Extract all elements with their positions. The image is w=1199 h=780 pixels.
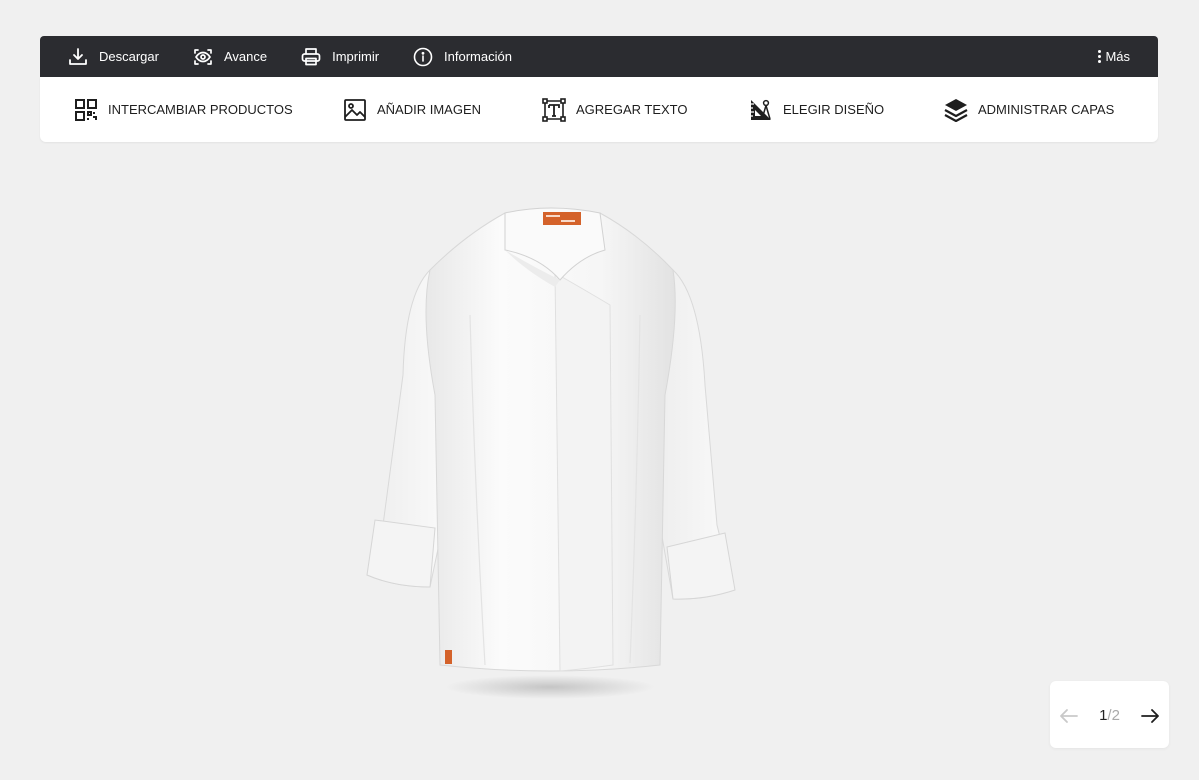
more-label: Más	[1105, 49, 1130, 64]
info-icon	[413, 47, 433, 66]
design-toolbar: INTERCAMBIAR PRODUCTOS AÑADIR IMAGEN AGR…	[40, 77, 1158, 142]
eye-icon	[194, 48, 212, 65]
arrow-right-icon[interactable]	[1139, 705, 1161, 727]
choose-design-button[interactable]: ELEGIR DISEÑO	[749, 77, 884, 142]
preview-label: Avance	[223, 49, 268, 64]
info-button[interactable]: Información	[413, 47, 512, 67]
more-vertical-icon	[1098, 49, 1102, 64]
text-box-icon	[542, 97, 566, 122]
design-ruler-icon	[751, 99, 771, 120]
add-image-label: AÑADIR IMAGEN	[377, 102, 482, 117]
preview-button[interactable]: Avance	[193, 47, 267, 67]
download-label: Descargar	[99, 49, 159, 64]
add-image-button[interactable]: AÑADIR IMAGEN	[343, 77, 481, 142]
manage-layers-button[interactable]: ADMINISTRAR CAPAS	[944, 77, 1114, 142]
layers-icon	[944, 98, 968, 122]
top-action-bar: Descargar Avance Imprimir Información Má…	[40, 36, 1158, 77]
manage-layers-label: ADMINISTRAR CAPAS	[978, 102, 1115, 117]
more-button[interactable]: Más	[1098, 36, 1130, 77]
print-button[interactable]: Imprimir	[301, 47, 379, 67]
download-button[interactable]: Descargar	[68, 47, 159, 67]
image-icon	[344, 98, 366, 121]
page-navigator: 1/2	[1050, 681, 1169, 748]
product-canvas[interactable]	[355, 195, 745, 705]
download-icon	[69, 47, 87, 65]
add-text-label: AGREGAR TEXTO	[576, 102, 688, 117]
info-label: Información	[444, 49, 512, 64]
qr-code-icon	[75, 98, 97, 121]
print-label: Imprimir	[332, 49, 380, 64]
total-pages: 2	[1111, 707, 1120, 724]
printer-icon	[301, 47, 321, 65]
chef-jacket-image	[366, 207, 736, 699]
swap-products-label: INTERCAMBIAR PRODUCTOS	[108, 102, 293, 117]
choose-design-label: ELEGIR DISEÑO	[783, 102, 885, 117]
add-text-button[interactable]: AGREGAR TEXTO	[542, 77, 688, 142]
swap-products-button[interactable]: INTERCAMBIAR PRODUCTOS	[74, 77, 293, 142]
